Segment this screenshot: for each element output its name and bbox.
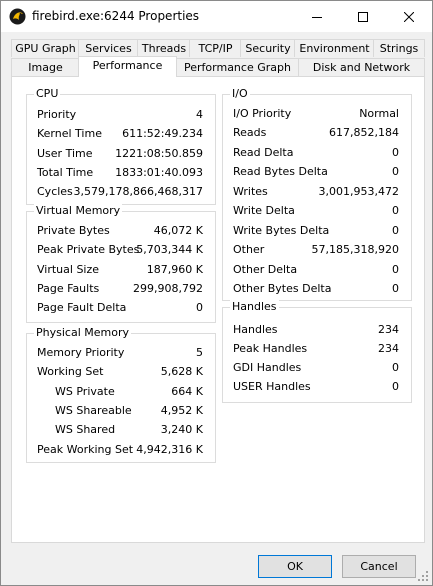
cpu-row: Cycles 3,579,178,866,468,317 [37,184,203,199]
resize-grip-icon[interactable] [418,571,429,582]
ok-button[interactable]: OK [258,555,332,578]
virtual-memory-row: Page Fault Delta 0 [37,301,203,314]
handles-row: GDI Handles 0 [233,361,399,374]
io-row: Read Delta 0 [233,146,399,159]
maximize-icon [358,11,368,22]
tab-row-top: GPU Graph Services Threads TCP/IP Securi… [11,39,425,57]
virtual-memory-row: Private Bytes 46,072 K [37,224,203,237]
physical-memory-row: Memory Priority 5 [37,346,203,359]
tab-threads[interactable]: Threads [137,39,191,57]
tab-row-bottom: Image Performance Performance Graph Disk… [11,56,425,77]
window-title: firebird.exe:6244 Properties [32,9,200,23]
tab-environment[interactable]: Environment [294,39,375,57]
virtual-memory-row: Peak Private Bytes 5,703,344 K [37,243,203,256]
io-row: Other Bytes Delta 0 [233,282,399,295]
cpu-row: Total Time 1833:01:40.093 [37,166,203,179]
tab-disk-and-network[interactable]: Disk and Network [298,58,425,76]
physical-memory-row: WS Shareable 4,952 K [55,404,203,417]
tab-strings[interactable]: Strings [373,39,425,57]
handles-group: Handles Handles 234 Peak Handles 234 GDI H… [222,300,412,403]
io-row: Read Bytes Delta 0 [233,165,399,178]
tab-gpu-graph[interactable]: GPU Graph [11,39,80,57]
close-button[interactable] [386,1,432,32]
virtual-memory-group: Virtual Memory Private Bytes 46,072 K Pea… [26,204,216,323]
tab-services[interactable]: Services [78,39,139,57]
physical-memory-row: WS Shared 3,240 K [55,423,203,436]
tab-tcp-ip[interactable]: TCP/IP [189,39,242,57]
handles-row: USER Handles 0 [233,380,399,393]
io-group: I/O I/O Priority Normal Reads 617,852,184 … [222,87,412,301]
tab-performance-graph[interactable]: Performance Graph [175,58,300,76]
properties-window: firebird.exe:6244 Properties GPU Graph S… [0,0,433,586]
physical-memory-row: Peak Working Set 4,942,316 K [37,443,203,456]
physical-memory-row: WS Private 664 K [55,385,203,398]
io-row: Reads 617,852,184 [233,126,399,139]
minimize-icon [312,16,322,18]
tab-performance[interactable]: Performance [78,56,177,77]
io-row: Write Delta 0 [233,204,399,217]
cpu-row: Kernel Time 611:52:49.234 [37,127,203,140]
handles-row: Peak Handles 234 [233,342,399,355]
tab-security[interactable]: Security [240,39,296,57]
cpu-group-title: CPU [34,87,61,100]
cancel-button[interactable]: Cancel [342,555,416,578]
cpu-row: User Time 1221:08:50.859 [37,147,203,160]
io-row: Writes 3,001,953,472 [233,185,399,198]
virtual-memory-group-title: Virtual Memory [34,204,123,217]
physical-memory-group: Physical Memory Memory Priority 5 Working… [26,326,216,463]
io-row: Other Delta 0 [233,263,399,276]
title-bar[interactable]: firebird.exe:6244 Properties [1,1,432,32]
handles-group-title: Handles [230,300,279,313]
cpu-row: Priority 4 [37,108,203,121]
cpu-group: CPU Priority 4 Kernel Time 611:52:49.234 U… [26,87,216,205]
physical-memory-row: Working Set 5,628 K [37,365,203,378]
io-row: Other 57,185,318,920 [233,243,399,256]
virtual-memory-row: Page Faults 299,908,792 [37,282,203,295]
close-icon [404,11,414,22]
io-row: Write Bytes Delta 0 [233,224,399,237]
io-row: I/O Priority Normal [233,107,399,120]
firebird-app-icon [9,8,26,25]
maximize-button[interactable] [340,1,386,32]
handles-row: Handles 234 [233,323,399,336]
io-group-title: I/O [230,87,250,100]
physical-memory-group-title: Physical Memory [34,326,131,339]
minimize-button[interactable] [294,1,340,32]
tab-image[interactable]: Image [11,58,80,76]
performance-panel: CPU Priority 4 Kernel Time 611:52:49.234 U… [11,76,425,543]
virtual-memory-row: Virtual Size 187,960 K [37,263,203,276]
